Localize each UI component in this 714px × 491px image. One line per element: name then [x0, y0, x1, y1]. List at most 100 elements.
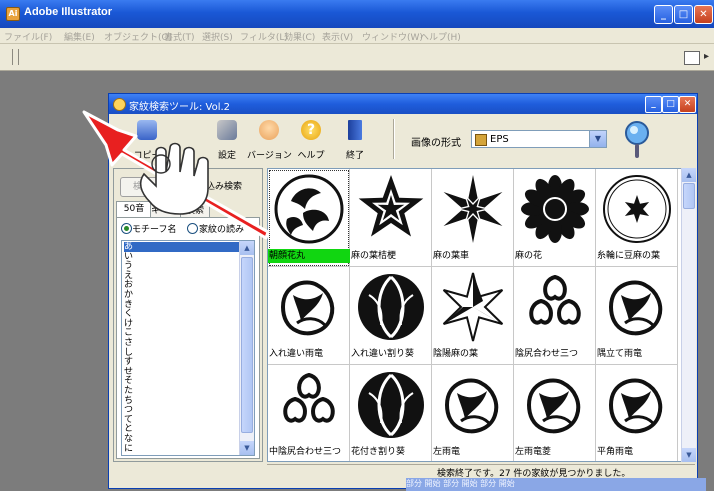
menu-select[interactable]: 選択(S) — [202, 30, 233, 43]
menu-object[interactable]: オブジェクト(O) — [104, 30, 172, 43]
kana-list-item[interactable]: い — [124, 252, 240, 262]
kamon-emblem-icon — [521, 175, 589, 243]
kamon-emblem-icon — [529, 274, 581, 325]
close-button[interactable]: ✕ — [694, 5, 713, 24]
kamon-result-cell[interactable]: 糸輪に豆麻の葉 — [596, 169, 678, 267]
kamon-emblem-icon — [608, 280, 663, 336]
kamon-result-cell[interactable]: 花付き割り葵 — [350, 365, 432, 461]
menu-type[interactable]: 書式(T) — [164, 30, 195, 43]
menu-file[interactable]: ファイル(F) — [4, 30, 52, 43]
scroll-up-icon[interactable]: ▲ — [682, 168, 696, 182]
narrow-search-checkbox[interactable] — [184, 180, 196, 192]
kamon-emblem-icon — [526, 378, 581, 434]
dialog-maximize-button[interactable]: □ — [662, 96, 679, 113]
kana-list-item[interactable]: と — [124, 424, 240, 434]
scroll-down-icon[interactable]: ▼ — [682, 448, 696, 462]
dialog-app-icon — [113, 98, 126, 111]
kana-list-item[interactable]: あ — [124, 242, 240, 252]
kana-list-item[interactable]: き — [124, 300, 240, 310]
dialog-minimize-button[interactable]: _ — [645, 96, 662, 113]
dialog-title: 家紋検索ツール: Vol.2 — [129, 102, 231, 113]
tab-search[interactable]: 検索 — [180, 203, 210, 218]
kana-list-scroll-thumb[interactable] — [241, 257, 253, 433]
kana-list-item[interactable]: せ — [124, 367, 240, 377]
results-scrollbar[interactable]: ▲ ▼ — [681, 168, 696, 462]
kamon-emblem-icon — [358, 175, 424, 237]
kana-list-item[interactable]: そ — [124, 376, 240, 386]
magnifier-search-icon[interactable] — [623, 120, 655, 160]
kana-list-item[interactable]: く — [124, 309, 240, 319]
minimize-button[interactable]: _ — [654, 5, 673, 24]
scroll-up-icon[interactable]: ▲ — [240, 241, 254, 255]
settings-label: 設定 — [217, 151, 236, 161]
kamon-result-cell[interactable]: 入れ違い割り葵 — [350, 267, 432, 365]
narrow-search-label: 絞込み検索 — [197, 182, 243, 192]
kana-list-item[interactable]: す — [124, 357, 240, 367]
results-scroll-thumb[interactable] — [683, 183, 695, 209]
chevron-down-icon[interactable]: ▼ — [589, 131, 606, 147]
chevron-right-icon[interactable]: ▸ — [704, 51, 709, 62]
kana-list-item[interactable]: つ — [124, 405, 240, 415]
image-format-value: EPS — [490, 134, 509, 145]
kamon-name: 入れ違い割り葵 — [351, 349, 415, 359]
maximize-button[interactable]: □ — [674, 5, 693, 24]
kamon-result-cell[interactable]: 入れ違い雨竜 — [268, 267, 350, 365]
kana-list-item[interactable]: し — [124, 348, 240, 358]
kana-list-item[interactable]: お — [124, 280, 240, 290]
document-icon[interactable] — [684, 51, 700, 65]
kamon-name: 花付き割り葵 — [351, 447, 406, 457]
menu-help[interactable]: ヘルプ(H) — [420, 30, 461, 43]
taskbar-strip: 部分 開始 部分 開始 部分 開始 — [406, 478, 706, 491]
menu-view[interactable]: 表示(V) — [322, 30, 353, 43]
tab-keyword[interactable]: キーワード — [150, 203, 182, 218]
version-button[interactable]: バージョン — [247, 118, 292, 162]
kana-list-item[interactable]: こ — [124, 328, 240, 338]
settings-button[interactable]: 設定 — [205, 118, 249, 162]
exit-button[interactable]: 終了 — [333, 118, 377, 162]
kamon-result-cell[interactable]: 左雨竜菱 — [514, 365, 596, 461]
kana-list-scrollbar[interactable]: ▲ ▼ — [239, 241, 254, 455]
kana-list-item[interactable]: た — [124, 386, 240, 396]
menu-edit[interactable]: 編集(E) — [64, 30, 95, 43]
kana-list-item[interactable]: な — [124, 434, 240, 444]
kana-list-item[interactable]: て — [124, 415, 240, 425]
kamon-result-cell[interactable]: 中陰尻合わせ三つ — [268, 365, 350, 461]
menu-effect[interactable]: 効果(C) — [284, 30, 315, 43]
kana-list-item[interactable]: ち — [124, 396, 240, 406]
search-panel: 検索 絞込み検索 50音 キーワード 検索 モチーフ名 家紋の読み あいうえおか… — [113, 168, 263, 462]
kamon-result-cell[interactable]: 陰尻合わせ三つ — [514, 267, 596, 365]
toolbar-grip[interactable] — [12, 49, 19, 65]
dialog-titlebar[interactable]: 家紋検索ツール: Vol.2 _ □ ✕ — [109, 94, 697, 114]
kana-list[interactable]: あいうえおかきくけこさしすせそたちつてとなに ▲ ▼ — [121, 240, 255, 456]
kamon-result-cell[interactable]: 隅立て雨竜 — [596, 267, 678, 365]
tab-content: モチーフ名 家紋の読み あいうえおかきくけこさしすせそたちつてとなに ▲ ▼ — [116, 217, 260, 459]
menu-window[interactable]: ウィンドウ(W) — [362, 30, 423, 43]
kana-list-item[interactable]: か — [124, 290, 240, 300]
kamon-emblem-icon — [283, 372, 335, 423]
image-format-select[interactable]: EPS ▼ — [471, 130, 607, 148]
kana-list-item[interactable]: け — [124, 319, 240, 329]
kana-list-item[interactable]: さ — [124, 338, 240, 348]
kamon-emblem-icon — [442, 272, 504, 342]
kana-list-item[interactable]: に — [124, 444, 240, 454]
scroll-down-icon[interactable]: ▼ — [240, 441, 254, 455]
help-button[interactable]: ? ヘルプ — [289, 118, 333, 162]
kamon-result-cell[interactable]: 麻の葉車 — [432, 169, 514, 267]
menu-bar: ファイル(F) 編集(E) オブジェクト(O) 書式(T) 選択(S) フィルタ… — [0, 28, 714, 44]
kana-list-item[interactable]: う — [124, 261, 240, 271]
radio-motif-name[interactable] — [121, 223, 132, 234]
search-button[interactable]: 検索 — [120, 177, 164, 197]
dialog-close-button[interactable]: ✕ — [679, 96, 696, 113]
kamon-result-cell[interactable]: 麻の葉桔梗 — [350, 169, 432, 267]
radio-kamon-reading[interactable] — [187, 223, 198, 234]
kamon-result-cell[interactable]: 平角雨竜 — [596, 365, 678, 461]
kana-list-item[interactable]: え — [124, 271, 240, 281]
kamon-name: 陰尻合わせ三つ — [515, 349, 579, 359]
menu-filter[interactable]: フィルタ(L) — [240, 30, 288, 43]
tab-50on[interactable]: 50音 — [116, 201, 152, 218]
copy-button[interactable]: コピー — [125, 118, 169, 162]
kamon-result-cell[interactable]: 麻の花 — [514, 169, 596, 267]
kamon-result-cell[interactable]: 左雨竜 — [432, 365, 514, 461]
kamon-result-cell[interactable]: 陰陽麻の葉 — [432, 267, 514, 365]
kamon-result-cell[interactable]: 朝顔花丸 — [268, 169, 350, 267]
